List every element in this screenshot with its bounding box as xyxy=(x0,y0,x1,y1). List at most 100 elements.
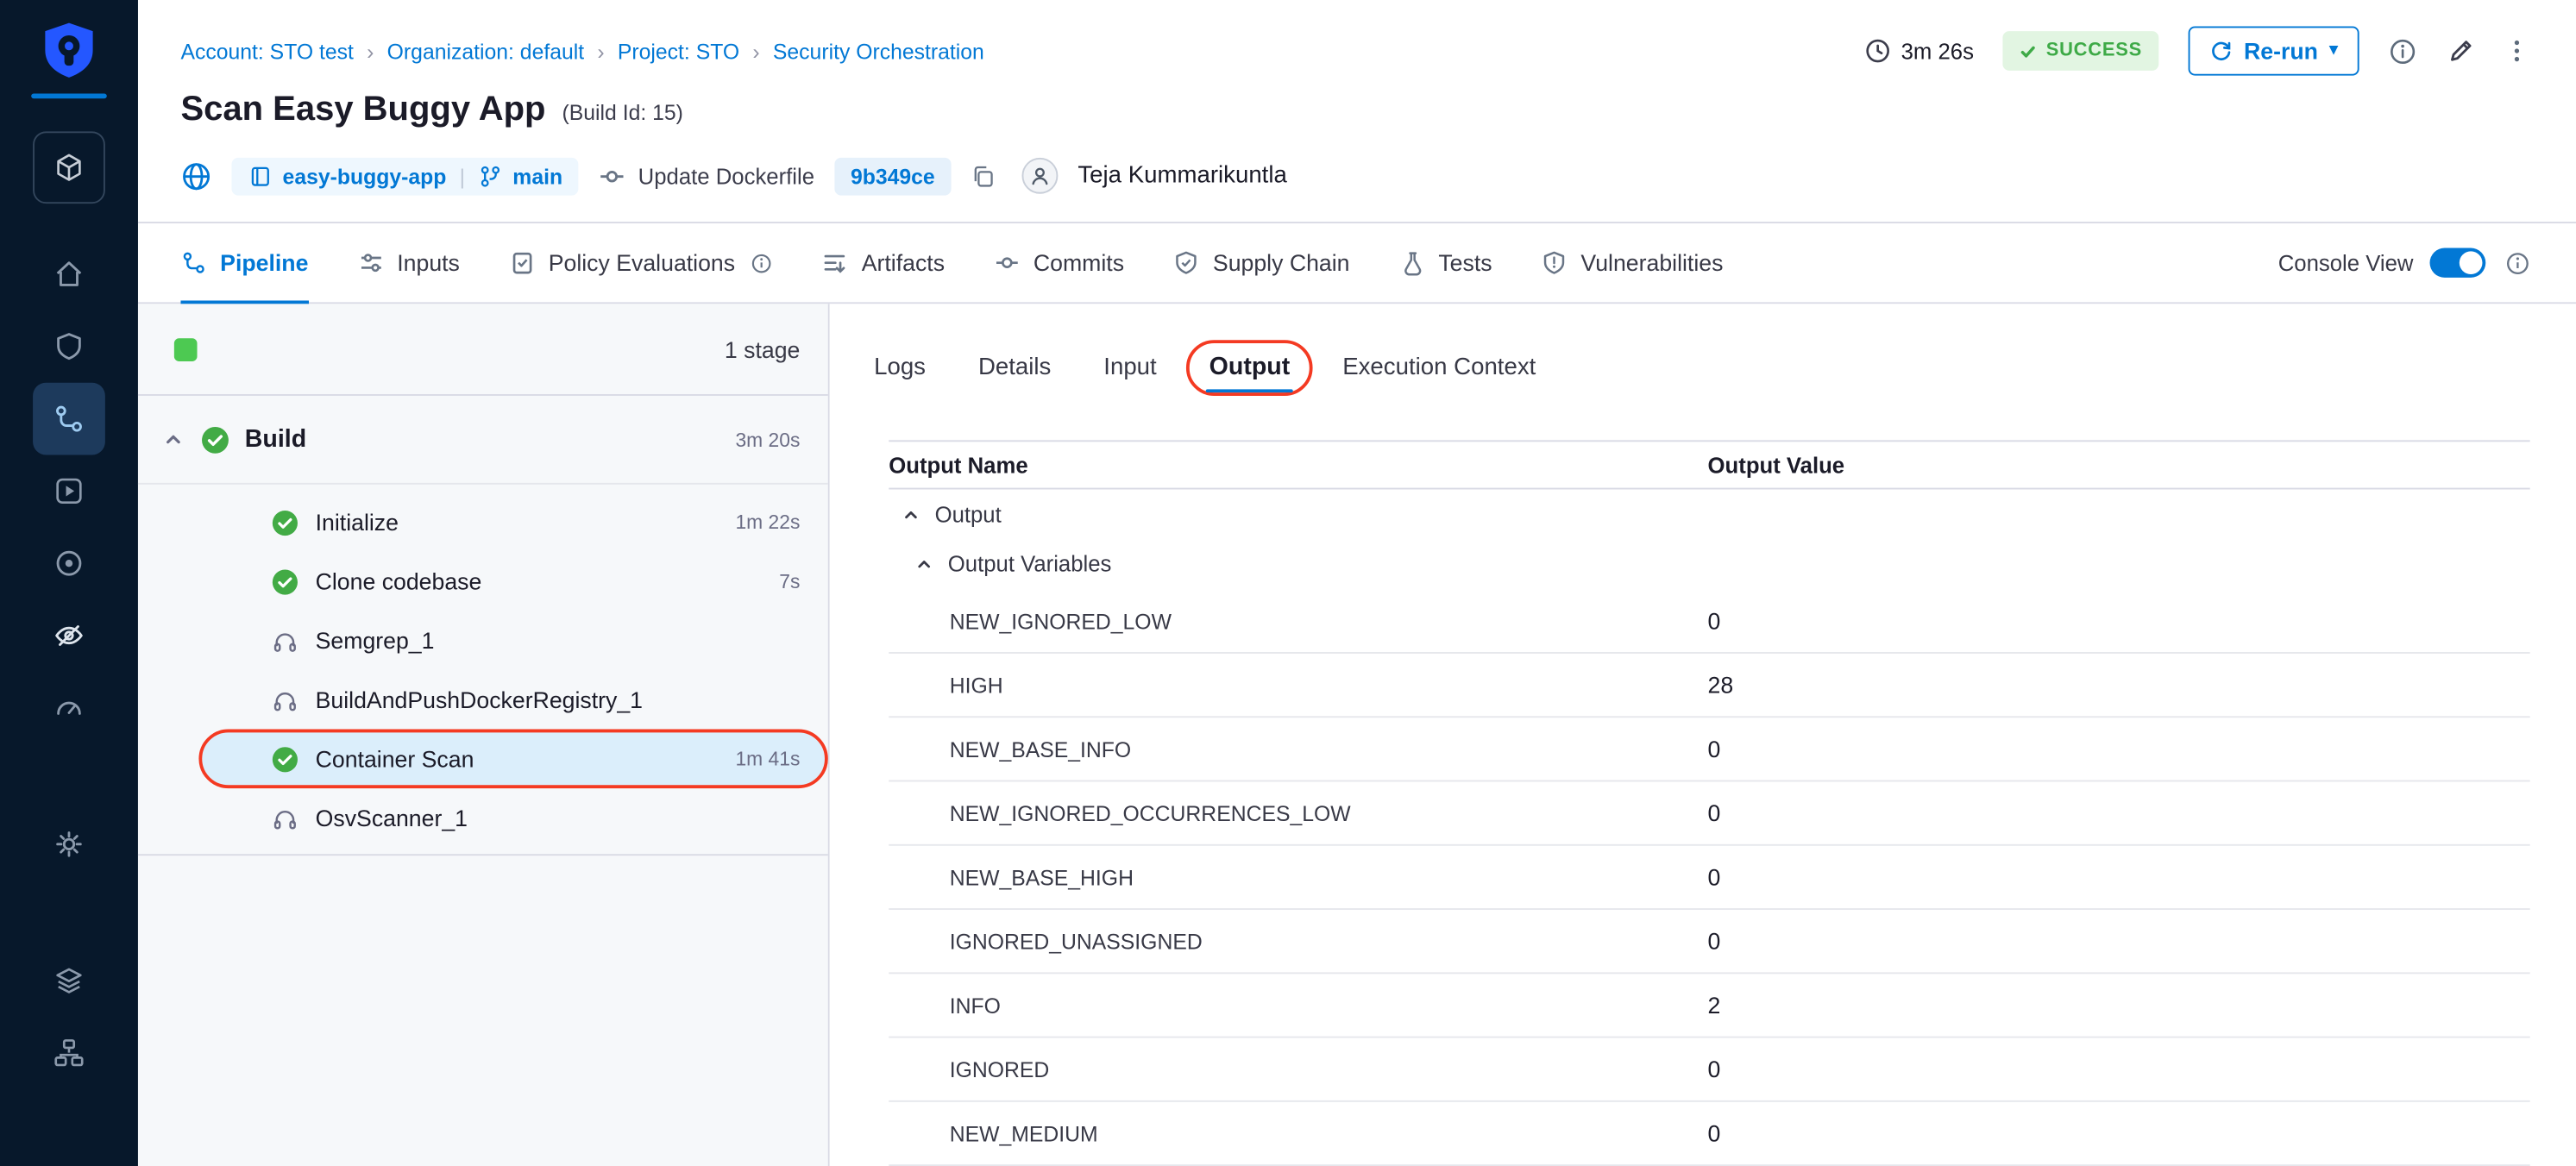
build-meta-row: easy-buggy-app | main Update Dockerfile … xyxy=(138,135,2576,222)
sidebar-item-executions[interactable] xyxy=(33,455,105,528)
artifacts-icon xyxy=(822,249,848,275)
rerun-button[interactable]: Re-run ▾ xyxy=(2188,26,2359,75)
tab-inputs[interactable]: Inputs xyxy=(358,223,460,302)
tab-supply-chain[interactable]: Supply Chain xyxy=(1173,223,1349,302)
breadcrumb-separator: › xyxy=(752,39,759,64)
topbar: Account: STO test › Organization: defaul… xyxy=(138,0,2576,76)
output-value: 28 xyxy=(1708,672,2530,698)
console-tab-input[interactable]: Input xyxy=(1103,354,1156,379)
tab-label: Vulnerabilities xyxy=(1580,249,1723,275)
sidebar-item-dashboards[interactable] xyxy=(33,672,105,744)
success-check-icon xyxy=(200,424,229,454)
pipeline-icon xyxy=(53,403,85,436)
tab-pipeline[interactable]: Pipeline xyxy=(180,223,308,302)
top-actions: 3m 26s SUCCESS Re-run ▾ xyxy=(1865,26,2530,75)
table-row: NEW_MEDIUM 0 xyxy=(889,1102,2529,1166)
output-name: NEW_IGNORED_LOW xyxy=(889,609,1707,634)
layers-icon xyxy=(53,964,85,997)
step-row-clone-codebase[interactable]: Clone codebase 7s xyxy=(138,552,828,611)
output-group-row[interactable]: Output xyxy=(889,489,2529,538)
breadcrumb-account[interactable]: Account: STO test xyxy=(180,39,353,64)
eye-off-icon xyxy=(53,619,85,652)
gear-icon xyxy=(53,828,85,861)
sidebar-item-sto[interactable] xyxy=(33,599,105,672)
cube-icon xyxy=(53,151,85,184)
copy-sha-button[interactable] xyxy=(971,163,996,188)
output-value: 0 xyxy=(1708,928,2530,954)
step-row-initialize[interactable]: Initialize 1m 22s xyxy=(138,492,828,552)
page-title: Scan Easy Buggy App xyxy=(180,89,545,132)
step-list: Initialize 1m 22s Clone codebase 7s xyxy=(138,485,828,856)
output-value: 2 xyxy=(1708,992,2530,1018)
app-window: Account: STO test › Organization: defaul… xyxy=(0,0,2576,1166)
tab-vulnerabilities[interactable]: Vulnerabilities xyxy=(1542,223,1724,302)
output-name: NEW_MEDIUM xyxy=(889,1121,1707,1146)
primary-tabs: Pipeline Inputs Policy Evaluations xyxy=(180,223,1723,302)
output-value: 0 xyxy=(1708,1120,2530,1146)
console-tab-output[interactable]: Output xyxy=(1209,353,1291,380)
table-row: INFO 2 xyxy=(889,974,2529,1037)
sidebar-item-targets[interactable] xyxy=(33,527,105,599)
tab-artifacts[interactable]: Artifacts xyxy=(822,223,945,302)
module-selector[interactable] xyxy=(33,131,105,204)
trigger-globe-icon xyxy=(180,160,211,191)
sidebar-item-pipelines[interactable] xyxy=(33,383,105,455)
console-tab-label: Output xyxy=(1209,353,1291,380)
info-icon xyxy=(2505,250,2530,275)
output-value: 0 xyxy=(1708,736,2530,762)
breadcrumb-project[interactable]: Project: STO xyxy=(618,39,739,64)
step-row-osvscanner[interactable]: OsvScanner_1 xyxy=(138,788,828,848)
console-tab-details[interactable]: Details xyxy=(978,354,1051,379)
copy-icon xyxy=(971,163,996,188)
repo-link[interactable]: easy-buggy-app xyxy=(248,163,447,188)
sliders-icon xyxy=(358,249,384,275)
output-variables-group-label: Output Variables xyxy=(948,552,1112,577)
sidebar-item-shield[interactable] xyxy=(33,310,105,383)
console-view-toggle[interactable] xyxy=(2430,248,2486,278)
commit-sha-chip[interactable]: 9b349ce xyxy=(834,157,952,195)
console-view-control: Console View xyxy=(2278,223,2530,302)
sidebar-item-settings[interactable] xyxy=(33,808,105,881)
breadcrumb-module[interactable]: Security Orchestration xyxy=(773,39,984,64)
output-variables-group-row[interactable]: Output Variables xyxy=(889,539,2529,590)
step-duration: 7s xyxy=(779,570,800,593)
avatar xyxy=(1022,158,1059,194)
stage-row-build[interactable]: Build 3m 20s xyxy=(138,396,828,485)
step-row-container-scan[interactable]: Container Scan 1m 41s xyxy=(138,730,828,789)
flask-icon xyxy=(1399,249,1425,275)
git-branch-icon xyxy=(478,163,503,188)
harness-logo[interactable] xyxy=(38,20,100,82)
branch-link[interactable]: main xyxy=(478,163,562,188)
stage-status-square xyxy=(174,337,198,360)
console-panel: Logs Details Input Output Execution Cont… xyxy=(830,304,2576,1166)
step-duration: 1m 41s xyxy=(735,747,800,770)
sidebar-item-org[interactable] xyxy=(33,1017,105,1089)
shield-alert-icon xyxy=(1542,249,1568,275)
sidebar-item-modules[interactable] xyxy=(33,944,105,1017)
step-row-semgrep[interactable]: Semgrep_1 xyxy=(138,611,828,670)
breadcrumb-org[interactable]: Organization: default xyxy=(387,39,584,64)
table-row: IGNORED 0 xyxy=(889,1038,2529,1102)
module-sidebar xyxy=(0,0,138,1166)
output-name: IGNORED xyxy=(889,1056,1707,1081)
tab-policy-evaluations[interactable]: Policy Evaluations xyxy=(509,223,773,302)
logo-accent-bar xyxy=(31,94,107,99)
edit-pipeline-button[interactable] xyxy=(2447,37,2474,65)
pencil-icon xyxy=(2447,37,2474,65)
table-row: NEW_BASE_INFO 0 xyxy=(889,718,2529,781)
info-button[interactable] xyxy=(2389,37,2416,65)
refresh-icon xyxy=(2209,40,2233,63)
step-row-build-and-push[interactable]: BuildAndPushDockerRegistry_1 xyxy=(138,670,828,730)
tab-commits[interactable]: Commits xyxy=(994,223,1124,302)
console-tab-logs[interactable]: Logs xyxy=(874,354,926,379)
tab-tests[interactable]: Tests xyxy=(1399,223,1492,302)
primary-tabbar: Pipeline Inputs Policy Evaluations xyxy=(138,222,2576,304)
step-queued-icon xyxy=(271,686,298,713)
console-tab-execution-context[interactable]: Execution Context xyxy=(1342,354,1536,379)
gauge-icon xyxy=(53,692,85,724)
clipboard-check-icon xyxy=(509,249,535,275)
step-name: BuildAndPushDockerRegistry_1 xyxy=(316,686,643,712)
table-row: NEW_BASE_HIGH 0 xyxy=(889,846,2529,910)
sidebar-item-home[interactable] xyxy=(33,238,105,310)
more-options-button[interactable] xyxy=(2504,38,2529,64)
